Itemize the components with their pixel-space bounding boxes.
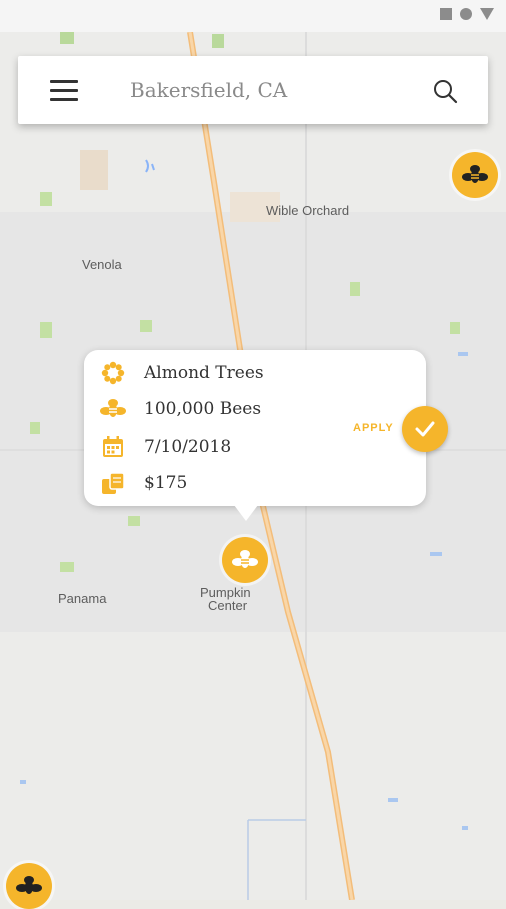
place-label-panama: Panama	[58, 591, 107, 606]
status-bar	[0, 0, 506, 32]
date-row: 7/10/2018	[98, 434, 231, 460]
bee-marker[interactable]	[452, 152, 498, 198]
crop-row: Almond Trees	[98, 360, 264, 386]
apply-label[interactable]: APPLY	[353, 422, 394, 434]
bee-marker-selected[interactable]	[222, 537, 268, 583]
money-icon	[98, 470, 128, 496]
crop-text: Almond Trees	[144, 363, 264, 383]
bee-icon	[16, 876, 42, 894]
bee-icon	[232, 550, 258, 568]
date-text: 7/10/2018	[144, 437, 232, 457]
bee-marker[interactable]	[6, 863, 52, 909]
price-text: $175	[144, 473, 188, 493]
bee-icon	[462, 165, 488, 183]
place-label-wible-orchard: Wible Orchard	[266, 203, 350, 218]
bees-row: 100,000 Bees	[98, 396, 261, 422]
stop-icon	[440, 8, 452, 20]
search-input[interactable]: Bakersfield, CA	[130, 78, 287, 102]
apply-button[interactable]	[402, 406, 448, 452]
popup-pointer	[234, 505, 258, 521]
triangle-icon	[480, 8, 494, 20]
bee-icon	[98, 396, 128, 422]
place-label-venola: Venola	[82, 257, 122, 272]
bees-count-text: 100,000 Bees	[144, 399, 262, 419]
search-bar[interactable]: Bakersfield, CA	[18, 56, 488, 124]
menu-icon[interactable]	[50, 80, 78, 102]
circle-icon	[460, 8, 472, 20]
search-icon[interactable]	[432, 78, 458, 104]
place-label-center: Center	[208, 598, 248, 613]
price-row: $175	[98, 470, 187, 496]
checkmark-icon	[415, 421, 435, 437]
flower-icon	[98, 360, 128, 386]
calendar-icon	[98, 434, 128, 460]
status-icons	[440, 8, 494, 20]
